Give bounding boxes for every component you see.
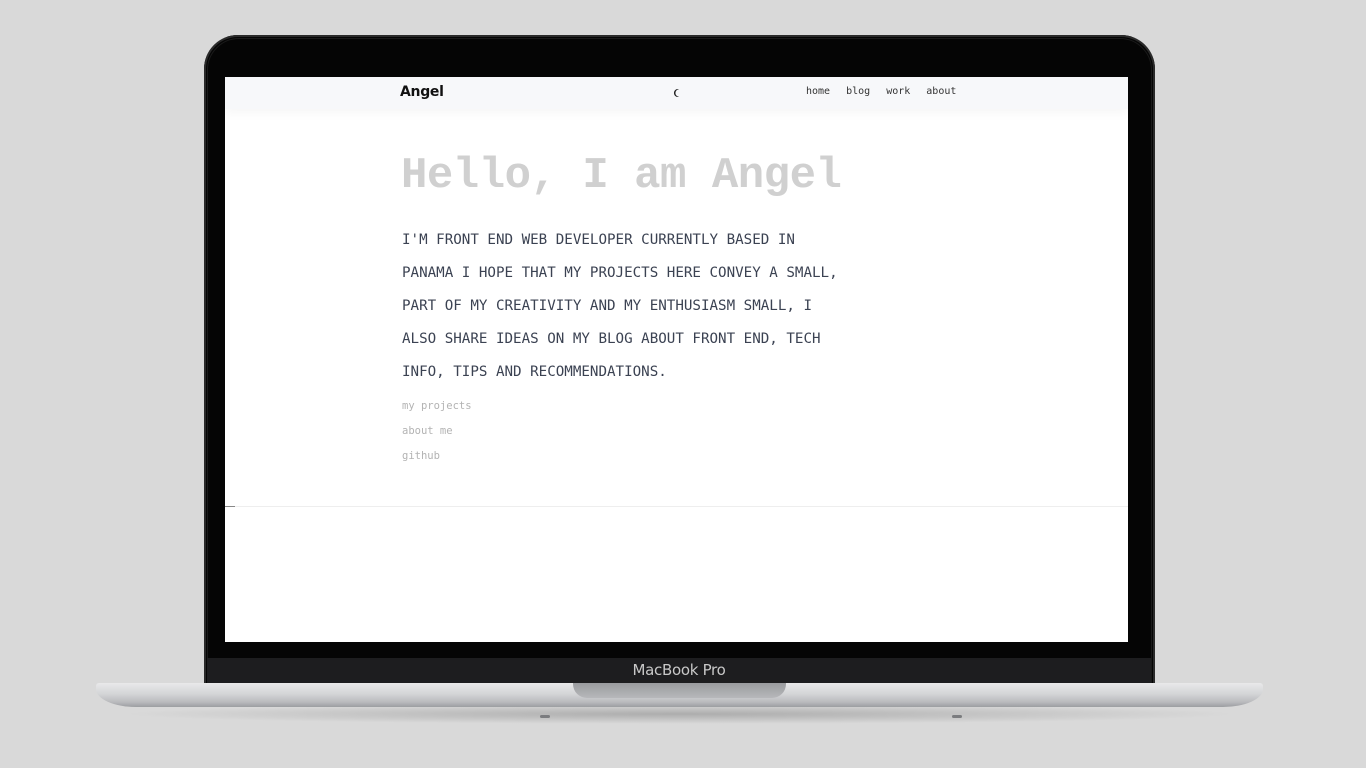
- laptop-foot-right: [952, 715, 962, 718]
- nav-link-home[interactable]: home: [806, 86, 830, 97]
- nav-link-blog[interactable]: blog: [846, 86, 870, 97]
- nav-link-about[interactable]: about: [926, 86, 956, 97]
- nav-links: home blog work about: [806, 86, 956, 97]
- hero-description: I'M FRONT END WEB DEVELOPER CURRENTLY BA…: [402, 232, 838, 380]
- hero-links: my projects about me github: [402, 399, 472, 463]
- my-projects-link[interactable]: my projects: [402, 399, 472, 413]
- moon-icon-graphic: [673, 89, 680, 97]
- moon-icon[interactable]: [671, 86, 685, 100]
- laptop-foot-left: [540, 715, 550, 718]
- laptop-opening-notch: [573, 683, 786, 698]
- hero-title: Hello, I am Angel: [401, 151, 842, 201]
- device-brand-label: MacBook Pro: [632, 661, 726, 679]
- site-navbar: Angel home blog work about: [225, 77, 1128, 109]
- laptop-shadow: [120, 704, 1240, 724]
- browser-screen: Angel home blog work about Hello, I am A…: [225, 77, 1128, 642]
- divider-tick: [225, 506, 235, 507]
- site-logo[interactable]: Angel: [400, 84, 444, 100]
- nav-link-work[interactable]: work: [886, 86, 910, 97]
- github-link[interactable]: github: [402, 449, 472, 463]
- laptop-mockup: Angel home blog work about Hello, I am A…: [0, 0, 1366, 768]
- about-me-link[interactable]: about me: [402, 424, 472, 438]
- section-divider: [225, 506, 1128, 507]
